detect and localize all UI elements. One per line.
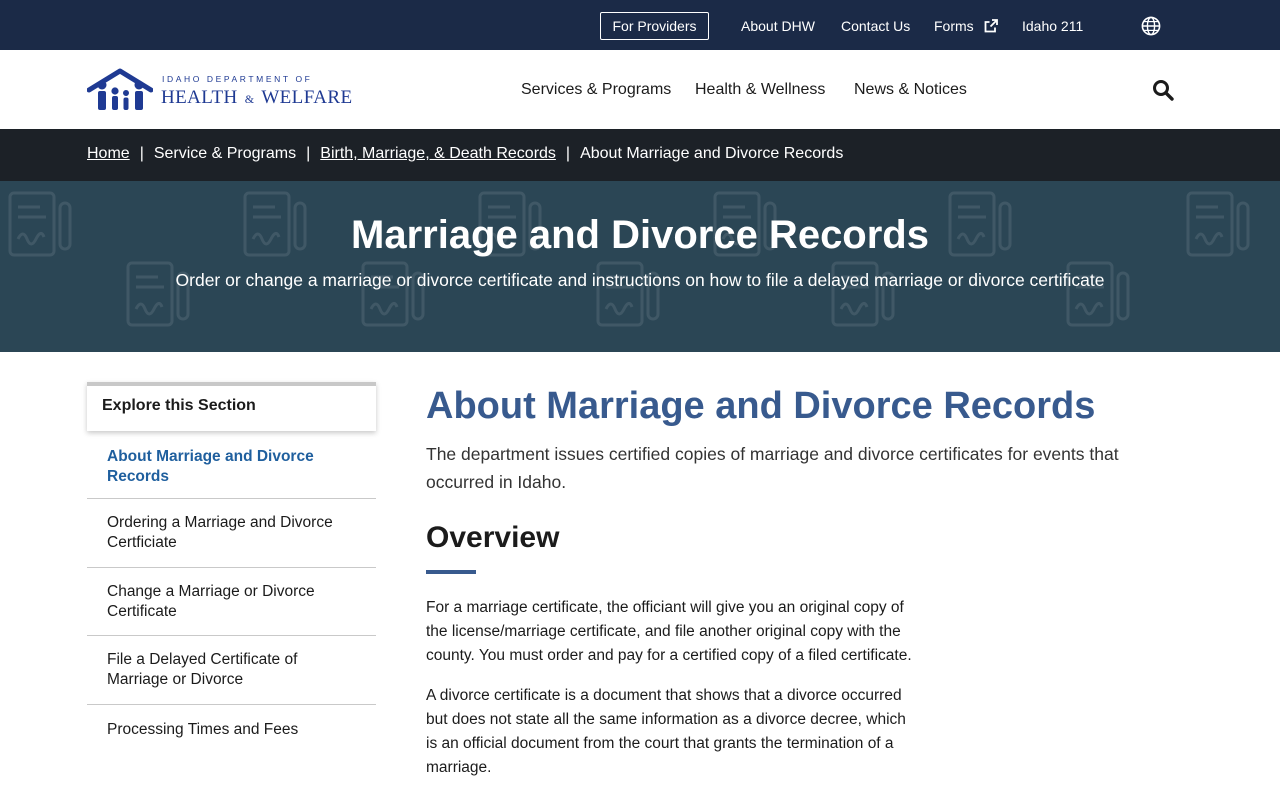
logo-subtitle: IDAHO DEPARTMENT OF bbox=[162, 74, 313, 84]
search-icon[interactable] bbox=[1152, 79, 1174, 101]
external-link-icon bbox=[984, 19, 998, 33]
nav-news-notices[interactable]: News & Notices bbox=[854, 81, 967, 99]
contact-us-link[interactable]: Contact Us bbox=[841, 17, 910, 35]
sidebar-item-label: Change a Marriage or Divorce Certificate bbox=[107, 582, 315, 620]
document-pattern-icon bbox=[8, 191, 1250, 327]
page-title: About Marriage and Divorce Records bbox=[426, 385, 1096, 427]
lead-paragraph: The department issues certified copies o… bbox=[426, 444, 1119, 492]
nav-health-wellness[interactable]: Health & Wellness bbox=[695, 81, 825, 99]
breadcrumb-current-page: About Marriage and Divorce Records bbox=[580, 145, 844, 162]
logo-word-health: HEALTH bbox=[161, 87, 238, 108]
family-logo-icon bbox=[87, 68, 153, 110]
globe-icon[interactable] bbox=[1141, 16, 1161, 36]
sidebar-title: Explore this Section bbox=[87, 382, 376, 431]
hero-subtitle: Order or change a marriage or divorce ce… bbox=[175, 270, 1105, 290]
logo-title: HEALTH & WELFARE bbox=[161, 87, 352, 109]
idaho-211-link[interactable]: Idaho 211 bbox=[1022, 17, 1083, 35]
site-header: IDAHO DEPARTMENT OF HEALTH & WELFARE Ser… bbox=[0, 50, 1280, 129]
sidebar-item-label: File a Delayed Certificate of Marriage o… bbox=[107, 651, 298, 688]
divorce-certificate-paragraph: A divorce certificate is a document that… bbox=[426, 687, 906, 776]
sidebar-item-label: Processing Times and Fees bbox=[107, 721, 299, 738]
logo-ampersand: & bbox=[244, 92, 255, 106]
breadcrumb-home[interactable]: Home bbox=[87, 145, 130, 163]
breadcrumb-services-programs: Service & Programs bbox=[153, 145, 297, 162]
overview-heading: Overview bbox=[426, 521, 560, 554]
hero-banner: Marriage and Divorce Records Order or ch… bbox=[0, 181, 1280, 352]
breadcrumb-separator: | bbox=[139, 145, 144, 162]
breadcrumb: Home | Service & Programs | Birth, Marri… bbox=[87, 145, 843, 163]
sidebar-item-delayed-certificate[interactable]: File a Delayed Certificate of Marriage o… bbox=[87, 636, 376, 705]
sidebar-item-label: Ordering a Marriage and Divorce Certfici… bbox=[107, 514, 333, 551]
section-sidebar: Explore this Section About Marriage and … bbox=[87, 382, 376, 755]
breadcrumb-bar: Home | Service & Programs | Birth, Marri… bbox=[0, 129, 1280, 181]
breadcrumb-separator: | bbox=[565, 145, 571, 162]
sidebar-item-about-records[interactable]: About Marriage and Divorce Records bbox=[87, 431, 376, 499]
breadcrumb-birth-marriage-death-records[interactable]: Birth, Marriage, & Death Records bbox=[320, 145, 556, 163]
sidebar-item-label: About Marriage and Divorce Records bbox=[107, 447, 314, 485]
forms-link[interactable]: Forms bbox=[934, 17, 998, 35]
main-content: About Marriage and Divorce Records The d… bbox=[426, 384, 1166, 780]
forms-link-label: Forms bbox=[934, 18, 974, 34]
sidebar-item-ordering-certificate[interactable]: Ordering a Marriage and Divorce Certfici… bbox=[87, 499, 376, 568]
dhw-logo[interactable]: IDAHO DEPARTMENT OF HEALTH & WELFARE bbox=[87, 68, 357, 112]
logo-word-welfare: WELFARE bbox=[261, 87, 353, 108]
breadcrumb-separator: | bbox=[306, 145, 311, 162]
utility-bar: For Providers About DHW Contact Us Forms… bbox=[0, 0, 1280, 50]
marriage-certificate-paragraph: For a marriage certificate, the offician… bbox=[426, 599, 912, 664]
heading-underline bbox=[426, 570, 476, 574]
for-providers-button[interactable]: For Providers bbox=[600, 12, 709, 40]
sidebar-item-change-certificate[interactable]: Change a Marriage or Divorce Certificate bbox=[87, 568, 376, 636]
about-dhw-link[interactable]: About DHW bbox=[741, 17, 815, 35]
hero-title: Marriage and Divorce Records bbox=[351, 213, 929, 257]
nav-services-programs[interactable]: Services & Programs bbox=[521, 81, 671, 99]
sidebar-item-processing-times[interactable]: Processing Times and Fees bbox=[87, 705, 376, 755]
